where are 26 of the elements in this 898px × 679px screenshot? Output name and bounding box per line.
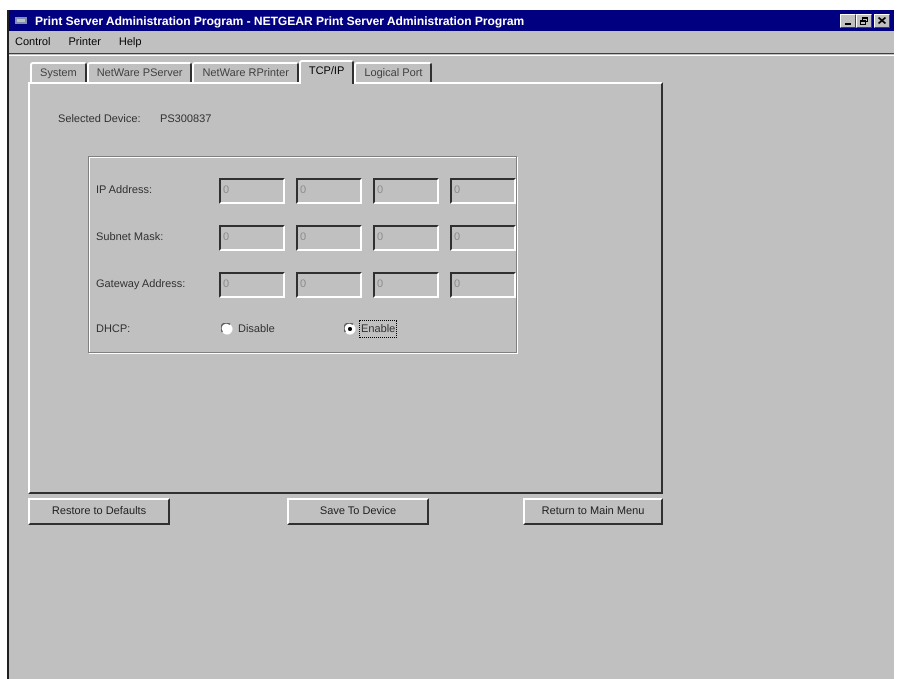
push-button[interactable]: Return to Main Menu — [523, 498, 663, 525]
minimize-icon — [845, 22, 851, 24]
field-label: Gateway Address: — [96, 277, 186, 292]
window-title: Print Server Administration Program - NETGEAR Print Server Administration Program — [35, 14, 524, 26]
close-icon — [878, 17, 886, 24]
device-label: Selected Device: — [58, 112, 142, 127]
menu-item[interactable]: Help — [116, 34, 144, 50]
push-button[interactable]: Restore to Defaults — [28, 498, 170, 525]
field-label: Subnet Mask: — [96, 230, 164, 246]
close-button[interactable] — [874, 14, 890, 28]
field-label: DHCP: — [96, 322, 132, 336]
menu-item[interactable]: Printer — [66, 34, 103, 50]
window-icon — [15, 16, 27, 25]
radio-button[interactable]: Disable — [221, 320, 344, 338]
minimize-button[interactable] — [840, 14, 856, 28]
tab[interactable]: TCP/IP — [298, 60, 354, 84]
tab[interactable]: System — [30, 62, 87, 82]
tab[interactable]: Logical Port — [354, 62, 432, 82]
tab[interactable]: NetWare PServer — [86, 62, 192, 82]
restore-button[interactable] — [856, 14, 872, 28]
field-label: IP Address: — [96, 183, 154, 198]
tab[interactable]: NetWare RPrinter — [192, 62, 299, 82]
device-name: PS300837 — [160, 112, 212, 127]
restore-icon — [860, 16, 868, 24]
menu-item[interactable]: Control — [13, 34, 52, 50]
push-button[interactable]: Save To Device — [287, 498, 429, 525]
